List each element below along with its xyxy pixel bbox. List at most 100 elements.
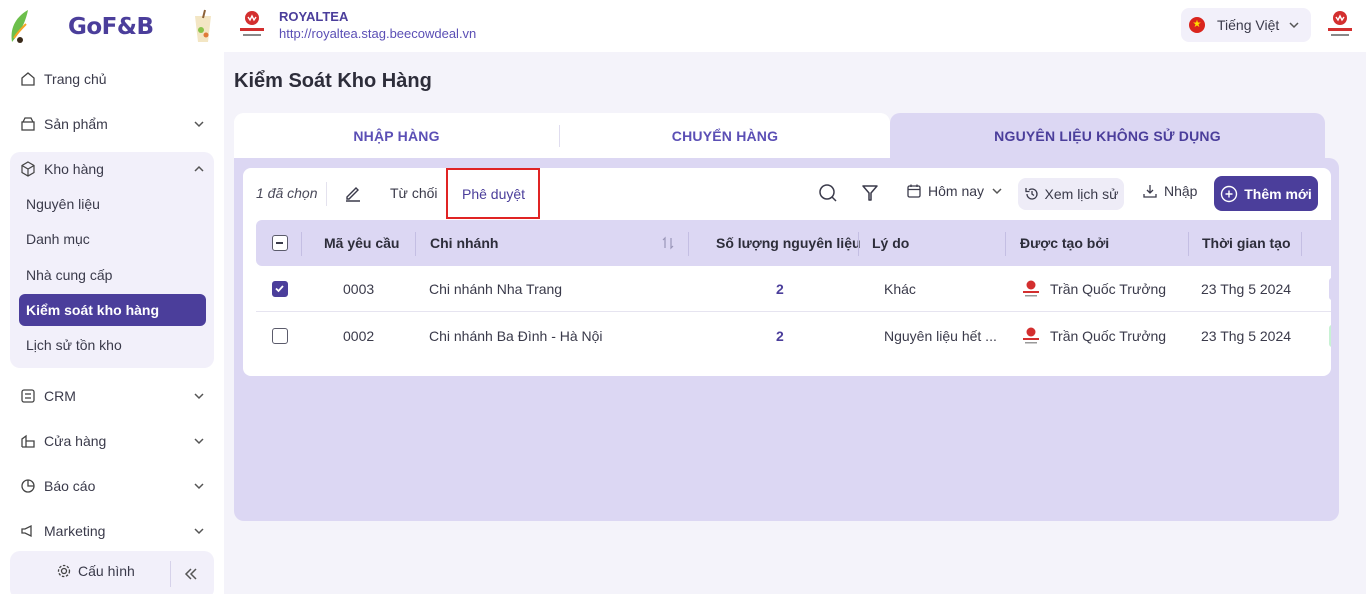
sidebar-item-label: CRM	[44, 388, 76, 404]
sidebar-item-products[interactable]: Sản phẩm	[10, 104, 214, 144]
branch-name: Chi nhánh Ba Đình - Hà Nội	[429, 328, 603, 344]
chevron-down-icon	[194, 438, 204, 445]
table-row[interactable]: 0003 Chi nhánh Nha Trang 2 Khác Trần Quố…	[256, 266, 1331, 312]
divider	[170, 561, 171, 587]
store-name: ROYALTEA	[279, 9, 349, 24]
sidebar-subitem-suppliers[interactable]: Nhà cung cấp	[19, 259, 206, 291]
row-checkbox[interactable]	[272, 328, 288, 344]
sidebar-item-label: Cửa hàng	[44, 433, 107, 449]
approve-button[interactable]: Phê duyệt	[462, 186, 525, 202]
config-button[interactable]: Cấu hình	[56, 563, 135, 579]
sidebar-item-marketing[interactable]: Marketing	[10, 511, 214, 551]
divider	[688, 232, 689, 256]
add-new-label: Thêm mới	[1244, 185, 1312, 202]
box-icon	[21, 117, 35, 131]
sidebar-subitem-inventory-control[interactable]: Kiểm soát kho hàng	[19, 294, 206, 326]
chevron-down-icon	[194, 121, 204, 128]
column-header-code[interactable]: Mã yêu cầu	[324, 220, 399, 266]
sidebar-item-home[interactable]: Trang chủ	[10, 59, 214, 99]
tab-label: CHUYỂN HÀNG	[671, 127, 779, 144]
brand-name: GoF&B	[68, 14, 154, 40]
column-header-created-time[interactable]: Thời gian tạo	[1202, 220, 1291, 266]
language-selector[interactable]: ★ Tiếng Việt	[1181, 8, 1311, 42]
sidebar-item-stores[interactable]: Cửa hàng	[10, 421, 214, 461]
tab-unused-ingredients[interactable]: NGUYÊN LIỆU KHÔNG SỬ DỤNG	[890, 113, 1325, 158]
sidebar-item-crm[interactable]: CRM	[10, 376, 214, 416]
table-header: Mã yêu cầu Chi nhánh Số lượng nguyên liệ…	[256, 220, 1331, 266]
store-logo-icon	[240, 11, 264, 36]
tab-bar: NHẬP HÀNG CHUYỂN HÀNG NGUYÊN LIỆU KHÔNG …	[234, 113, 1325, 158]
column-header-branch[interactable]: Chi nhánh	[430, 220, 498, 266]
sidebar-item-label: Sản phẩm	[44, 116, 108, 132]
history-icon	[1024, 188, 1038, 200]
subitem-label: Danh mục	[26, 231, 90, 247]
import-button[interactable]: Nhập	[1142, 183, 1197, 199]
creator-name: Trần Quốc Trưởng	[1050, 328, 1167, 344]
ingredient-quantity: 2	[776, 281, 784, 297]
created-time: 23 Thg 5 2024	[1201, 281, 1292, 297]
sidebar-item-warehouse[interactable]: Kho hàng	[10, 149, 214, 189]
date-filter-label: Hôm nay	[928, 183, 985, 199]
add-new-button[interactable]: Thêm mới	[1214, 176, 1318, 211]
approve-highlight: Phê duyệt	[446, 168, 540, 219]
column-header-quantity[interactable]: Số lượng nguyên liệu	[716, 220, 861, 266]
chevron-down-icon	[194, 528, 204, 535]
creator-avatar	[1023, 327, 1039, 344]
ingredient-quantity: 2	[776, 328, 784, 344]
created-time: 23 Thg 5 2024	[1201, 328, 1292, 344]
chevron-down-icon	[1289, 22, 1299, 29]
check-icon	[275, 285, 284, 293]
divider	[1005, 232, 1006, 256]
vietnam-flag-icon: ★	[1189, 17, 1205, 33]
creator: Trần Quốc Trưởng	[1020, 313, 1166, 359]
brand-logo[interactable]: GoF&B	[8, 6, 218, 46]
sidebar-subitem-inventory-history[interactable]: Lịch sử tồn kho	[19, 329, 206, 361]
date-filter-dropdown[interactable]: Hôm nay	[906, 183, 1010, 199]
divider	[858, 232, 859, 256]
calendar-icon	[907, 184, 921, 198]
status-badge	[1329, 278, 1331, 300]
sidebar-item-label: Báo cáo	[44, 478, 96, 494]
user-avatar[interactable]	[1322, 7, 1358, 43]
tab-label: NGUYÊN LIỆU KHÔNG SỬ DỤNG	[994, 127, 1221, 144]
sidebar-item-reports[interactable]: Báo cáo	[10, 466, 214, 506]
chevron-up-icon	[194, 165, 204, 172]
reason: Khác	[884, 281, 916, 297]
selected-count: 1 đã chọn	[256, 185, 318, 201]
crm-icon	[21, 389, 35, 403]
sidebar-subitem-ingredients[interactable]: Nguyên liệu	[19, 188, 206, 220]
creator-name: Trần Quốc Trưởng	[1050, 281, 1167, 297]
select-all-checkbox[interactable]	[272, 235, 288, 251]
subitem-label: Nguyên liệu	[26, 196, 100, 212]
view-history-button[interactable]: Xem lịch sử	[1018, 178, 1124, 210]
filter-icon[interactable]	[860, 183, 880, 203]
sidebar-footer: Cấu hình	[10, 551, 214, 594]
column-header-creator[interactable]: Được tạo bởi	[1020, 220, 1109, 266]
search-icon[interactable]	[818, 183, 838, 203]
request-code: 0002	[343, 328, 375, 344]
reject-button[interactable]: Từ chối	[390, 185, 438, 201]
collapse-sidebar-icon[interactable]	[182, 565, 200, 583]
leaf-logo-icon	[11, 10, 28, 43]
store-icon	[21, 434, 35, 448]
marketing-icon	[21, 524, 32, 538]
tab-import[interactable]: NHẬP HÀNG	[234, 113, 559, 158]
table-row[interactable]: 0002 Chi nhánh Ba Đình - Hà Nội 2 Nguyên…	[256, 313, 1331, 359]
sidebar: Trang chủ Sản phẩm Kho hàng Nguyên liệu …	[0, 52, 224, 594]
sort-icon[interactable]	[662, 236, 674, 250]
subitem-label: Nhà cung cấp	[26, 267, 113, 283]
page-title: Kiểm Soát Kho Hàng	[234, 70, 432, 92]
edit-icon[interactable]	[343, 183, 363, 203]
requests-card: 1 đã chọn Từ chối Phê duyệt Hôm nay Xem …	[243, 168, 1331, 376]
tab-panel: 1 đã chọn Từ chối Phê duyệt Hôm nay Xem …	[234, 158, 1339, 521]
row-checkbox[interactable]	[272, 281, 288, 297]
sidebar-subitem-categories[interactable]: Danh mục	[19, 223, 206, 255]
status-badge	[1329, 325, 1331, 347]
tab-transfer[interactable]: CHUYỂN HÀNG	[560, 113, 890, 158]
store-url-link[interactable]: http://royaltea.stag.beecowdeal.vn	[279, 26, 476, 41]
config-label: Cấu hình	[78, 563, 135, 579]
sidebar-item-label: Kho hàng	[44, 161, 104, 177]
column-header-reason[interactable]: Lý do	[872, 220, 909, 266]
reason: Nguyên liệu hết ...	[884, 328, 997, 344]
import-label: Nhập	[1164, 183, 1198, 199]
